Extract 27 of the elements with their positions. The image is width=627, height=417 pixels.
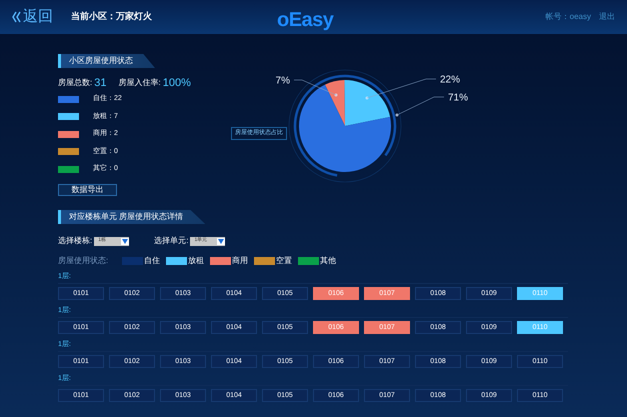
account-label: 帐号：oeasy [546, 11, 591, 23]
data-label: 7% [276, 76, 290, 86]
legend-text: 空置 [276, 255, 292, 267]
dropdown-arrow-icon [121, 238, 130, 244]
legend-text: 商用 [232, 255, 248, 267]
building-label: 选择楼栋: [58, 235, 92, 247]
export-button[interactable]: 数据导出 [58, 184, 117, 196]
data-label: 22% [440, 74, 460, 86]
back-button[interactable]: 返回 [12, 6, 53, 28]
legend-text: 放租 [188, 255, 204, 267]
chevron-icon [12, 11, 21, 23]
section-title: 对应楼栋单元 房屋使用状态详情 [58, 210, 206, 224]
rate-value: 100% [162, 78, 191, 89]
dropdown-arrow-icon [217, 238, 226, 244]
total-label: 房屋总数: [58, 77, 92, 89]
rate-label: 房屋入住率: [118, 77, 161, 89]
data-label: 71% [448, 92, 468, 104]
community-label: 当前小区：万家灯火 [71, 10, 152, 24]
total-value: 31 [94, 78, 106, 89]
legend-label: 房屋使用状态: [58, 255, 108, 267]
logout-link[interactable]: 退出 [599, 11, 615, 23]
leader-line [294, 80, 338, 96]
section-title: 小区房屋使用状态 [58, 54, 155, 68]
legend-text: 自住 [144, 255, 160, 267]
legend-text: 其他 [320, 255, 336, 267]
unit-label: 选择单元: [154, 235, 188, 247]
logo: oEasy [277, 8, 334, 33]
